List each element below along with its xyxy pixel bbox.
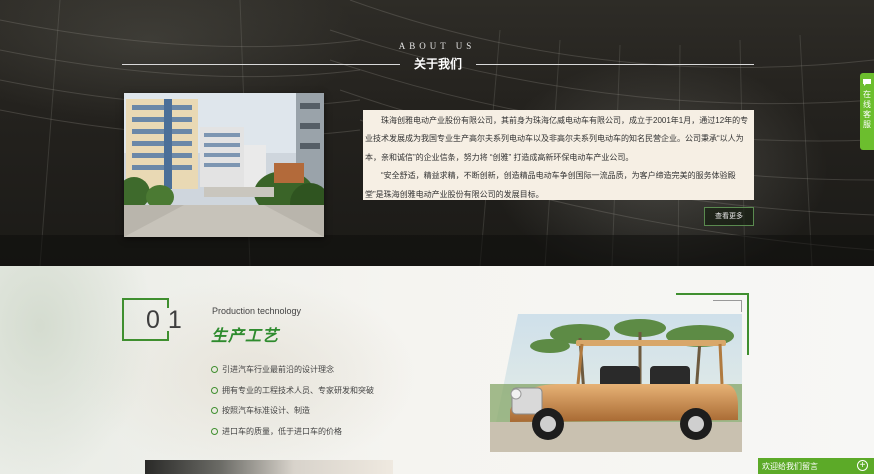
online-service-label: 在线客服 [863, 90, 871, 129]
feature-list: 引进汽车行业最前沿的设计理念 拥有专业的工程技术人员、专家研发和突破 按照汽车标… [211, 363, 374, 445]
feature-text: 引进汽车行业最前沿的设计理念 [222, 365, 334, 374]
leave-message-bar[interactable]: 欢迎给我们留言 + [758, 458, 874, 474]
title-divider-left [122, 64, 400, 65]
list-item: 按照汽车标准设计、制造 [211, 404, 374, 425]
list-item: 进口车的质量，低于进口车的价格 [211, 425, 374, 446]
title-divider-right [476, 64, 754, 65]
bullet-circle-icon [211, 386, 218, 394]
bullet-circle-icon [211, 366, 218, 373]
bullet-circle-icon [211, 407, 218, 414]
production-title-cn: 生产工艺 [211, 328, 280, 345]
bullet-circle-icon [211, 427, 218, 435]
frame-accent-line [676, 293, 749, 295]
online-service-tab[interactable]: 在线客服 [860, 73, 874, 150]
feature-text: 拥有专业的工程技术人员、专家研发和突破 [222, 385, 374, 395]
about-section: ABOUT US 关于我们 珠海创雅电动产业股份有限公司，其前身为珠海亿威电动车… [0, 0, 874, 266]
list-item: 拥有专业的工程技术人员、专家研发和突破 [211, 384, 374, 405]
company-building-photo [124, 93, 324, 237]
about-description: 珠海创雅电动产业股份有限公司，其前身为珠海亿威电动车有限公司，成立于2001年1… [363, 110, 754, 200]
list-item: 引进汽车行业最前沿的设计理念 [211, 363, 374, 384]
leave-message-label: 欢迎给我们留言 [762, 462, 818, 471]
frame-accent-line [713, 300, 741, 301]
frame-accent-line [741, 300, 742, 312]
about-title-en: ABOUT US [398, 41, 476, 51]
section-number: 01 [146, 306, 190, 334]
about-title-cn: 关于我们 [413, 57, 462, 71]
production-section: 01 Production technology 生产工艺 引进汽车行业最前沿的… [0, 266, 874, 474]
about-paragraph-2: “安全舒适，精益求精，不断创新，创造精品电动车争创国际一流品质，为客户缔造完美的… [365, 171, 736, 199]
electric-car-photo [490, 314, 742, 452]
view-more-button[interactable]: 查看更多 [704, 207, 754, 226]
chat-bubble-icon [863, 79, 871, 86]
about-paragraph-1: 珠海创雅电动产业股份有限公司，其前身为珠海亿威电动车有限公司，成立于2001年1… [365, 116, 749, 162]
frame-accent-line [747, 293, 749, 355]
feature-text: 进口车的质量，低于进口车的价格 [222, 426, 342, 436]
expand-plus-icon[interactable]: + [857, 460, 868, 471]
feature-text: 按照汽车标准设计、制造 [222, 406, 310, 415]
production-title-en: Production technology [212, 306, 302, 316]
next-section-photo-peek [145, 460, 393, 474]
